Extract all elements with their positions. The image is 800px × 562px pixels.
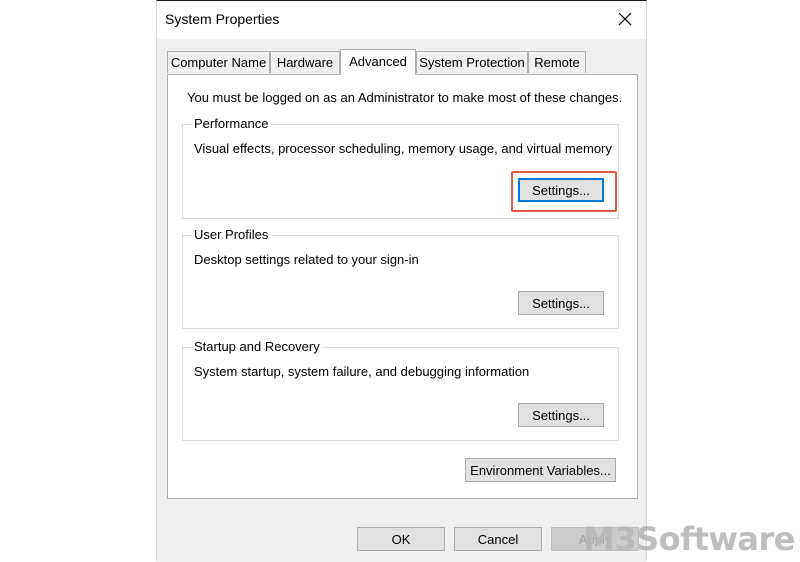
tab-hardware[interactable]: Hardware — [270, 51, 340, 73]
startup-recovery-group-title: Startup and Recovery — [191, 339, 323, 354]
user-profiles-group: User Profiles Desktop settings related t… — [182, 227, 619, 329]
user-profiles-description: Desktop settings related to your sign-in — [194, 252, 419, 267]
performance-group: Performance Visual effects, processor sc… — [182, 116, 619, 219]
window-title: System Properties — [165, 11, 280, 27]
performance-group-title: Performance — [191, 116, 272, 131]
startup-recovery-group: Startup and Recovery System startup, sys… — [182, 339, 619, 441]
close-icon — [618, 12, 632, 26]
tab-remote[interactable]: Remote — [528, 51, 586, 73]
dialog-client-area: Computer Name Hardware Advanced System P… — [157, 39, 646, 562]
admin-notice: You must be logged on as an Administrato… — [187, 90, 623, 105]
title-bar[interactable]: System Properties — [157, 1, 646, 39]
advanced-tab-panel: You must be logged on as an Administrato… — [167, 74, 638, 499]
tab-system-protection[interactable]: System Protection — [416, 51, 528, 73]
performance-settings-button[interactable]: Settings... — [518, 178, 604, 202]
user-profiles-group-title: User Profiles — [191, 227, 272, 242]
environment-variables-button[interactable]: Environment Variables... — [465, 458, 616, 482]
ok-button[interactable]: OK — [357, 527, 445, 551]
system-properties-window: System Properties Computer Name Hardware… — [156, 0, 647, 562]
watermark-logo: M3Software — [583, 520, 796, 558]
startup-recovery-description: System startup, system failure, and debu… — [194, 364, 530, 379]
cancel-button[interactable]: Cancel — [454, 527, 542, 551]
tab-computer-name[interactable]: Computer Name — [167, 51, 270, 73]
close-button[interactable] — [610, 5, 640, 33]
startup-recovery-settings-button[interactable]: Settings... — [518, 403, 604, 427]
user-profiles-settings-button[interactable]: Settings... — [518, 291, 604, 315]
performance-description: Visual effects, processor scheduling, me… — [194, 141, 612, 156]
tab-advanced[interactable]: Advanced — [340, 49, 416, 75]
